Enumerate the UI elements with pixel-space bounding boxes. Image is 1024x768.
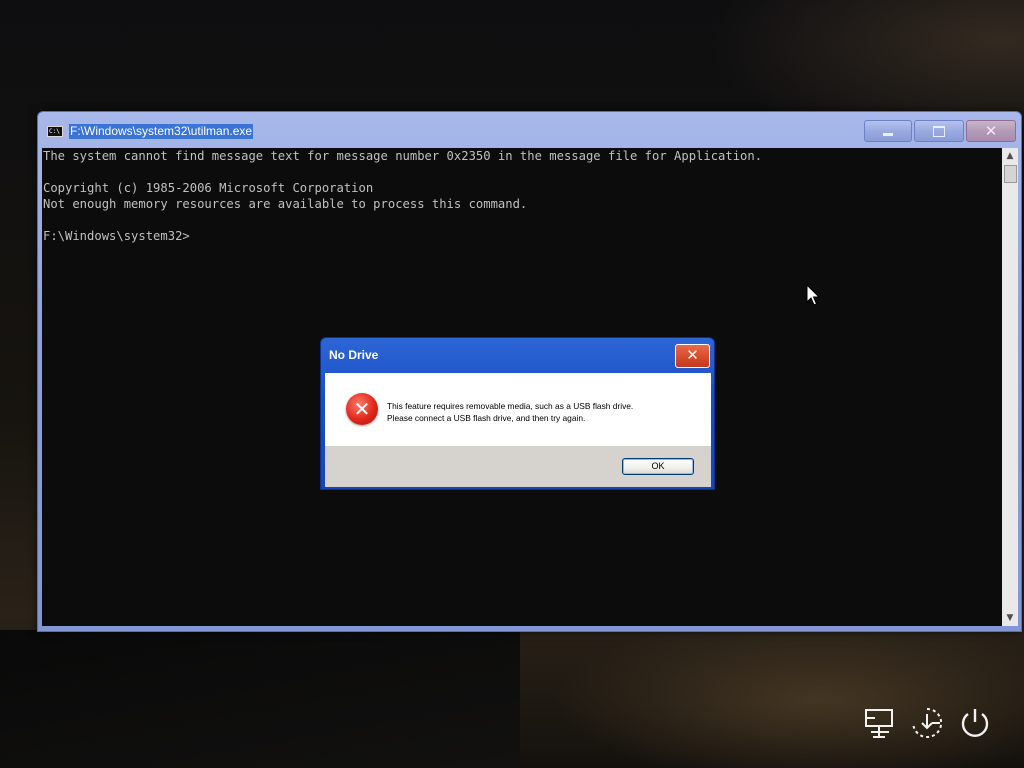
minimize-icon	[883, 133, 893, 136]
close-icon: ✕	[984, 122, 998, 140]
ease-of-access-icon[interactable]	[910, 706, 944, 740]
mouse-cursor-icon	[806, 284, 821, 306]
dialog-message: This feature requires removable media, s…	[387, 400, 633, 424]
dialog-close-button[interactable]: ✕	[675, 344, 710, 368]
scroll-down-icon[interactable]: ▼	[1002, 610, 1018, 626]
console-prompt: F:\Windows\system32>	[43, 229, 190, 243]
dialog-message-line: This feature requires removable media, s…	[387, 401, 634, 411]
console-line: Copyright (c) 1985-2006 Microsoft Corpor…	[43, 181, 374, 195]
no-drive-dialog[interactable]: No Drive ✕ ✕ This feature requires remov…	[320, 337, 715, 490]
console-title: F:\Windows\system32\utilman.exe	[69, 124, 254, 139]
network-icon[interactable]	[862, 706, 896, 740]
dialog-footer: OK	[325, 446, 711, 487]
console-line: The system cannot find message text for …	[43, 149, 763, 163]
close-button[interactable]: ✕	[966, 120, 1016, 142]
minimize-button[interactable]	[864, 120, 912, 142]
command-prompt-icon[interactable]: C:\	[47, 126, 63, 137]
dialog-title: No Drive	[329, 348, 379, 362]
error-icon: ✕	[346, 393, 378, 425]
power-icon[interactable]	[958, 706, 992, 740]
maximize-button[interactable]	[914, 120, 964, 142]
scroll-thumb[interactable]	[1004, 165, 1017, 183]
console-titlebar[interactable]: C:\ F:\Windows\system32\utilman.exe ✕	[38, 112, 1021, 148]
console-line: Not enough memory resources are availabl…	[43, 197, 528, 211]
scroll-up-icon[interactable]: ▲	[1002, 148, 1018, 164]
dialog-content: ✕ This feature requires removable media,…	[325, 373, 711, 446]
maximize-icon	[933, 126, 945, 137]
dialog-message-line: Please connect a USB flash drive, and th…	[387, 413, 586, 423]
background-shadow	[0, 630, 520, 768]
close-icon: ✕	[686, 346, 699, 364]
vertical-scrollbar[interactable]: ▲ ▼	[1002, 148, 1018, 626]
ok-button[interactable]: OK	[622, 458, 694, 475]
